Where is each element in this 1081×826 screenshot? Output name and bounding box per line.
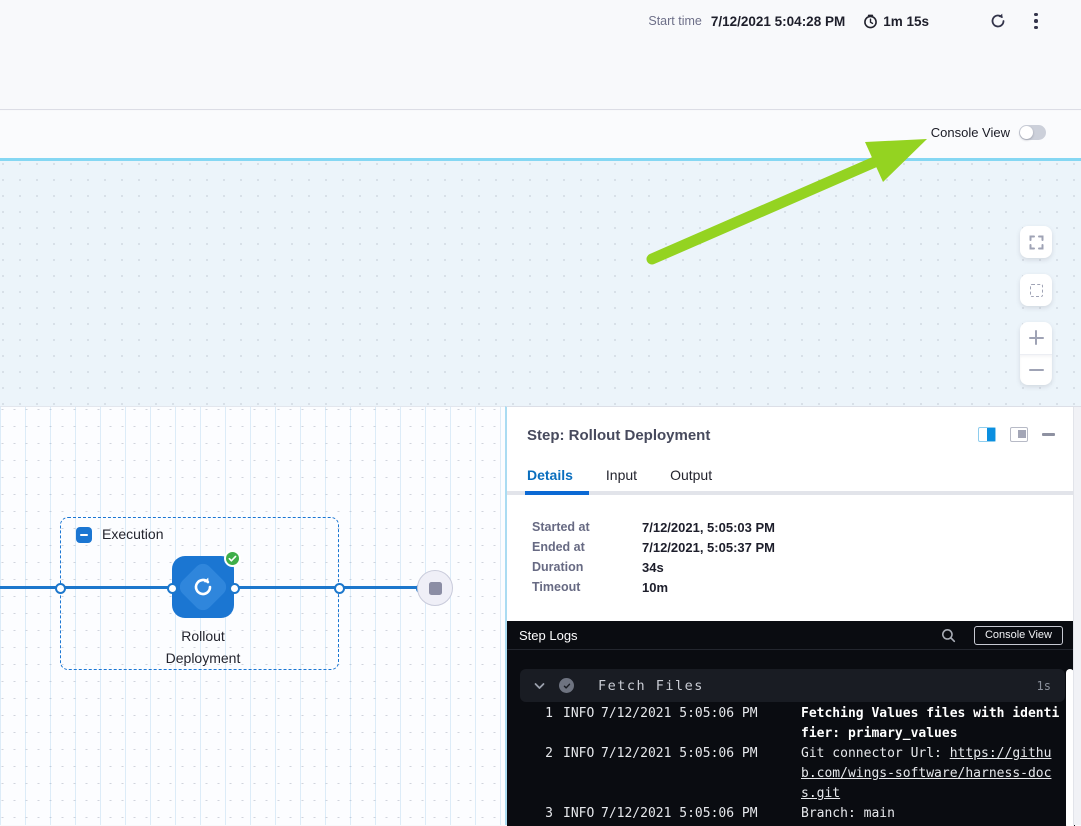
step-logs-section: Step Logs Console View Fetch Files 1s 1I… (507, 621, 1075, 826)
tab-active-indicator (525, 491, 589, 495)
stop-square-icon (429, 582, 442, 595)
detail-value: 34s (642, 560, 664, 575)
log-rows: 1INFO7/12/2021 5:05:06 PMFetching Values… (507, 704, 1052, 824)
fullscreen-icon (1029, 235, 1044, 250)
collapse-group-button[interactable] (76, 527, 92, 543)
duration-value: 1m 15s (883, 14, 929, 29)
top-header: Start time 7/12/2021 5:04:28 PM 1m 15s (0, 0, 1081, 110)
detail-row-started: Started at 7/12/2021, 5:05:03 PM (532, 520, 775, 535)
tab-output[interactable]: Output (670, 467, 712, 493)
panel-tabs: Details Input Output (527, 467, 712, 493)
console-view-label: Console View (931, 125, 1010, 140)
zoom-in-button[interactable] (1020, 322, 1052, 354)
detail-label: Timeout (532, 580, 642, 595)
step-node-label: Rollout Deployment (143, 625, 263, 669)
connector-dot (334, 583, 345, 594)
panel-title: Step: Rollout Deployment (527, 427, 710, 444)
fit-to-screen-button[interactable] (1020, 274, 1052, 306)
tab-input[interactable]: Input (606, 467, 637, 493)
success-check-badge (224, 550, 241, 567)
step-node-rollout-deployment[interactable] (172, 556, 234, 618)
detail-row-ended: Ended at 7/12/2021, 5:05:37 PM (532, 540, 775, 555)
execution-meta-row: Start time 7/12/2021 5:04:28 PM 1m 15s (648, 8, 1047, 34)
log-group-fetch-files[interactable]: Fetch Files 1s (520, 669, 1065, 702)
detail-value: 10m (642, 580, 668, 595)
log-message: Git connector Url: https://github.com/wi… (801, 744, 1063, 804)
refresh-button[interactable] (987, 10, 1009, 32)
connector-dot (55, 583, 66, 594)
pipeline-canvas-upper[interactable] (0, 161, 1081, 406)
log-row: 1INFO7/12/2021 5:05:06 PMFetching Values… (507, 704, 1052, 744)
chevron-down-icon (534, 682, 545, 690)
log-group-name: Fetch Files (598, 678, 1037, 694)
search-icon[interactable] (941, 628, 956, 643)
minus-icon (80, 534, 88, 536)
step-details-panel: Step: Rollout Deployment Details Input O… (505, 406, 1081, 825)
detail-label: Ended at (532, 540, 642, 555)
log-message: Branch: main (801, 804, 1063, 824)
logs-console-view-button[interactable]: Console View (974, 626, 1063, 645)
zoom-in-icon (1029, 330, 1044, 345)
step-logs-header: Step Logs Console View (507, 621, 1075, 650)
tab-details[interactable]: Details (527, 467, 573, 493)
split-pane-gray-icon[interactable] (1010, 427, 1028, 442)
minimize-panel-button[interactable] (1042, 433, 1055, 436)
zoom-out-button[interactable] (1020, 354, 1052, 386)
step-logs-title: Step Logs (519, 628, 578, 643)
end-node[interactable] (417, 570, 453, 606)
split-pane-right-icon[interactable] (978, 427, 996, 442)
rollout-refresh-icon (191, 575, 215, 599)
execution-group-label: Execution (102, 526, 163, 542)
log-message: Fetching Values files with identifier: p… (801, 704, 1063, 744)
connector-dot (167, 583, 178, 594)
panel-scrollbar-track[interactable] (1073, 407, 1081, 825)
clock-icon (863, 14, 878, 29)
start-time-label: Start time (648, 14, 702, 28)
detail-value: 7/12/2021, 5:05:03 PM (642, 520, 775, 535)
detail-row-duration: Duration 34s (532, 560, 664, 575)
fit-to-screen-icon (1030, 284, 1043, 297)
tab-track (507, 491, 1075, 495)
zoom-out-icon (1029, 362, 1044, 377)
kebab-menu-button[interactable] (1025, 10, 1047, 32)
log-row: 3INFO7/12/2021 5:05:06 PMBranch: main (507, 804, 1052, 824)
start-time-value: 7/12/2021 5:04:28 PM (711, 14, 845, 29)
detail-label: Duration (532, 560, 642, 575)
connector-dot (229, 583, 240, 594)
log-row: 2INFO7/12/2021 5:05:06 PMGit connector U… (507, 744, 1052, 804)
console-view-toggle[interactable] (1019, 125, 1046, 140)
detail-label: Started at (532, 520, 642, 535)
detail-value: 7/12/2021, 5:05:37 PM (642, 540, 775, 555)
log-group-duration: 1s (1037, 679, 1051, 693)
toggle-knob (1020, 126, 1033, 139)
zoom-group (1020, 322, 1052, 385)
check-circle-icon (559, 678, 574, 693)
detail-row-timeout: Timeout 10m (532, 580, 668, 595)
fullscreen-button[interactable] (1020, 226, 1052, 258)
view-toolbar: Console View (0, 111, 1081, 158)
